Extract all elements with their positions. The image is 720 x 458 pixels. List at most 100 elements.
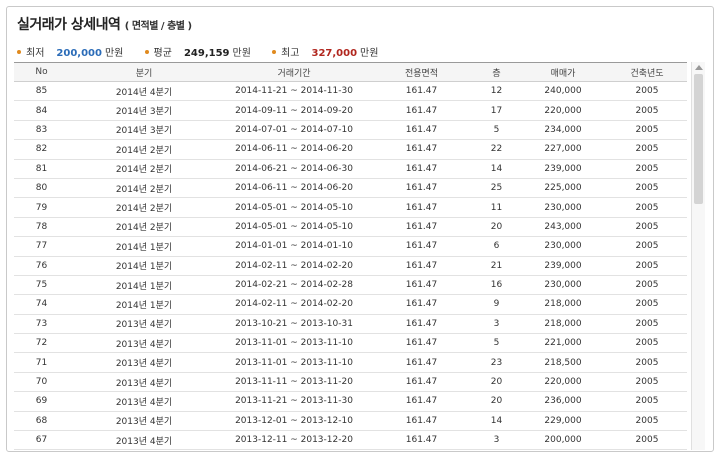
cell-area: 161.47 [369,372,474,393]
table-row: 84 2014년 3분기 2014-09-11 ~ 2014-09-20 161.47… [14,100,687,121]
cell-area: 161.47 [369,294,474,315]
cell-period: 2014-06-21 ~ 2014-06-30 [219,159,369,179]
cell-quarter: 2013년 4분기 [69,411,219,432]
cell-no: 85 [14,81,69,102]
cell-no: 73 [14,314,69,335]
cell-price: 236,000 [519,391,607,412]
bullet-icon [272,50,277,54]
table-row: 73 2013년 4분기 2013-10-21 ~ 2013-10-31 161.47… [14,314,687,335]
cell-built-year: 2005 [607,236,687,257]
cell-built-year: 2005 [607,217,687,238]
cell-no: 82 [14,139,69,160]
table-row: 78 2014년 2분기 2014-05-01 ~ 2014-05-10 161.47… [14,217,687,238]
column-header-price: 매매가 [519,62,607,82]
summary-label: 최저 [26,48,45,59]
cell-built-year: 2005 [607,197,687,218]
cell-area: 161.47 [369,256,474,276]
cell-no: 70 [14,372,69,393]
table-row: 67 2013년 4분기 2013-12-11 ~ 2013-12-20 161.47… [14,430,687,451]
cell-floor: 14 [474,411,519,432]
table-row: 77 2014년 1분기 2014-01-01 ~ 2014-01-10 161.47… [14,236,687,257]
cell-area: 161.47 [369,236,474,257]
cell-area: 161.47 [369,314,474,335]
cell-area: 161.47 [369,430,474,451]
cell-period: 2014-06-11 ~ 2014-06-20 [219,178,369,199]
table-row: 70 2013년 4분기 2013-11-11 ~ 2013-11-20 161.47… [14,372,687,393]
cell-no: 71 [14,352,69,373]
cell-floor: 5 [474,333,519,354]
table-row: 81 2014년 2분기 2014-06-21 ~ 2014-06-30 161.47… [14,159,687,179]
cell-floor: 20 [474,391,519,412]
cell-price: 200,000 [519,430,607,451]
cell-period: 2013-12-21 ~ 2013-12-31 [219,449,369,451]
cell-period: 2014-06-11 ~ 2014-06-20 [219,139,369,160]
cell-built-year: 2005 [607,391,687,412]
cell-quarter: 2014년 1분기 [69,256,219,276]
cell-built-year: 2005 [607,314,687,335]
cell-price: 239,000 [519,256,607,276]
column-header-floor: 층 [474,62,519,82]
cell-built-year: 2005 [607,411,687,432]
table-row: 76 2014년 1분기 2014-02-11 ~ 2014-02-20 161.47… [14,256,687,276]
price-summary: 최저 200,000 만원 평균 249,159 만원 최고 327,000 만원 [17,44,396,59]
cell-no: 77 [14,236,69,257]
transaction-table: No 분기 거래기간 전용면적 층 매매가 건축년도 85 2014년 4분기 20… [14,62,687,451]
cell-floor: 3 [474,430,519,451]
cell-period: 2013-11-01 ~ 2013-11-10 [219,333,369,354]
cell-floor: 23 [474,352,519,373]
cell-area: 161.47 [369,197,474,218]
summary-unit: 만원 [232,48,251,59]
cell-no: 69 [14,391,69,412]
cell-area: 161.47 [369,275,474,296]
cell-quarter: 2014년 2분기 [69,178,219,199]
cell-floor: 11 [474,197,519,218]
cell-price: 234,000 [519,120,607,141]
cell-built-year: 2005 [607,275,687,296]
table-row: 72 2013년 4분기 2013-11-01 ~ 2013-11-10 161.47… [14,333,687,354]
summary-value: 327,000 [311,48,358,59]
cell-price: 230,000 [519,236,607,257]
cell-built-year: 2005 [607,352,687,373]
cell-floor: 3 [474,314,519,335]
cell-period: 2013-10-21 ~ 2013-10-31 [219,314,369,335]
table-row: 79 2014년 2분기 2014-05-01 ~ 2014-05-10 161.47… [14,197,687,218]
summary-max: 최고 327,000 만원 [272,44,378,59]
panel-title-text: 실거래가 상세내역 [17,17,121,33]
cell-no: 80 [14,178,69,199]
cell-period: 2014-02-11 ~ 2014-02-20 [219,294,369,315]
cell-no: 84 [14,100,69,121]
cell-floor: 20 [474,217,519,238]
cell-area: 161.47 [369,217,474,238]
cell-price: 230,000 [519,197,607,218]
cell-built-year: 2005 [607,430,687,451]
cell-price: 220,000 [519,100,607,121]
cell-period: 2014-11-21 ~ 2014-11-30 [219,81,369,102]
scroll-thumb[interactable] [694,74,703,204]
cell-built-year: 2005 [607,333,687,354]
cell-built-year: 2005 [607,294,687,315]
table-body: 85 2014년 4분기 2014-11-21 ~ 2014-11-30 161.47… [14,81,687,451]
column-header-area: 전용면적 [369,62,474,82]
cell-no: 68 [14,411,69,432]
column-header-period: 거래기간 [219,62,369,82]
scroll-up-arrow-icon[interactable] [695,65,703,70]
column-header-no: No [14,62,69,82]
cell-quarter: 2014년 2분기 [69,159,219,179]
cell-period: 2013-12-11 ~ 2013-12-20 [219,430,369,451]
panel-title: 실거래가 상세내역 ( 면적별 / 층별 ) [17,14,192,34]
cell-built-year: 2005 [607,449,687,451]
cell-quarter: 2013년 4분기 [69,449,219,451]
cell-floor: 21 [474,256,519,276]
cell-no: 81 [14,159,69,179]
cell-price: 218,500 [519,352,607,373]
summary-min: 최저 200,000 만원 [17,44,123,59]
cell-price: 221,000 [519,333,607,354]
vertical-scrollbar[interactable] [691,62,705,450]
cell-no: 67 [14,430,69,451]
cell-quarter: 2014년 4분기 [69,81,219,102]
cell-no: 75 [14,275,69,296]
transaction-detail-panel: 실거래가 상세내역 ( 면적별 / 층별 ) 최저 200,000 만원 평균 249… [6,6,714,452]
cell-built-year: 2005 [607,256,687,276]
cell-floor: 16 [474,275,519,296]
bullet-icon [17,50,21,54]
